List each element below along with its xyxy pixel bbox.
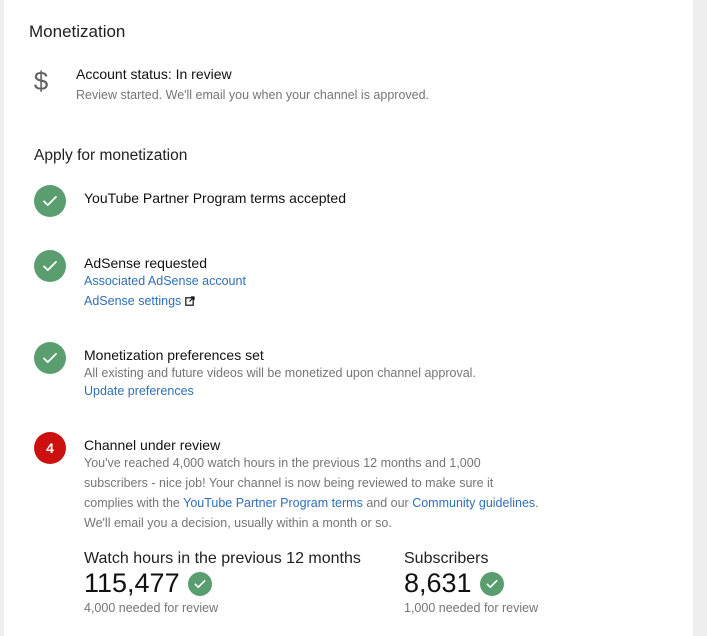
- watch-hours-label: Watch hours in the previous 12 months: [84, 550, 361, 567]
- watch-hours-note: 4,000 needed for review: [84, 601, 219, 615]
- account-status-subtext: Review started. We'll email you when you…: [76, 88, 430, 102]
- check-circle-icon: [34, 342, 66, 374]
- step-4-line-2: subscribers - nice job! Your channel is …: [84, 476, 494, 490]
- watch-hours-value-row: 115,477: [84, 568, 212, 599]
- step-2-title: AdSense requested: [84, 255, 207, 271]
- step-4-line-3-post: .: [535, 496, 539, 510]
- account-status-label: Account status: In review: [76, 66, 232, 82]
- check-circle-icon: [34, 185, 66, 217]
- step-3-text: All existing and future videos will be m…: [84, 366, 476, 380]
- adsense-settings-link[interactable]: AdSense settings: [84, 294, 181, 308]
- step-4-line-3-pre: complies with the: [84, 496, 184, 510]
- adsense-settings-link-wrap[interactable]: AdSense settings: [84, 294, 195, 308]
- subscribers-value: 8,631: [404, 568, 472, 598]
- step-4-line-1: You've reached 4,000 watch hours in the …: [84, 456, 481, 470]
- monetization-card: Monetization $ Account status: In review…: [4, 0, 693, 636]
- external-link-icon: [185, 296, 195, 306]
- step-1-title: YouTube Partner Program terms accepted: [84, 190, 346, 206]
- associated-adsense-link[interactable]: Associated AdSense account: [84, 274, 246, 288]
- page-title: Monetization: [29, 22, 126, 41]
- check-circle-icon: [187, 571, 212, 596]
- dollar-icon: $: [33, 66, 49, 96]
- step-3-title: Monetization preferences set: [84, 347, 264, 363]
- subscribers-label: Subscribers: [404, 550, 489, 567]
- subscribers-value-row: 8,631: [404, 568, 504, 599]
- check-circle-icon: [34, 250, 66, 282]
- check-circle-icon: [479, 571, 504, 596]
- update-preferences-link[interactable]: Update preferences: [84, 384, 194, 398]
- subscribers-note: 1,000 needed for review: [404, 601, 539, 615]
- step-4-line-3-mid: and our: [362, 496, 413, 510]
- ypp-terms-link[interactable]: YouTube Partner Program terms: [183, 496, 363, 510]
- step-4-line-3: complies with the YouTube Partner Progra…: [84, 493, 539, 513]
- watch-hours-value: 115,477: [84, 568, 180, 598]
- step-number-badge: 4: [34, 432, 66, 464]
- step-4-title: Channel under review: [84, 437, 221, 453]
- scroll-gutter: [693, 0, 707, 636]
- community-guidelines-link[interactable]: Community guidelines: [412, 496, 535, 510]
- apply-section-title: Apply for monetization: [34, 147, 188, 164]
- step-4-line-4: We'll email you a decision, usually with…: [84, 516, 392, 530]
